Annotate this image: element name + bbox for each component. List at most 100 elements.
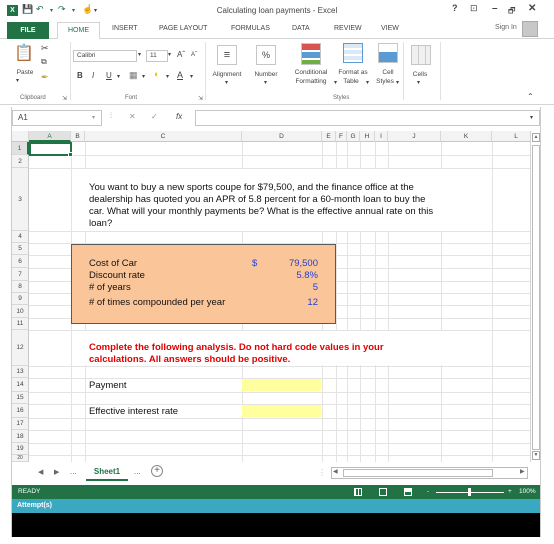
row-header-5[interactable]: 5 — [12, 243, 29, 255]
row-header-14[interactable]: 14 — [12, 378, 29, 392]
font-name-dropdown-icon[interactable]: ▾ — [138, 51, 141, 58]
alignment-dropdown-icon[interactable]: ▾ — [225, 79, 228, 86]
enter-icon[interactable]: ✓ — [151, 112, 158, 121]
font-color-dropdown-icon[interactable]: ▾ — [190, 73, 193, 80]
column-header-f[interactable]: F — [336, 131, 347, 142]
zoom-out-button[interactable]: - — [427, 485, 429, 499]
format-as-table-label-1[interactable]: Format as — [333, 69, 373, 76]
row-header-11[interactable]: 11 — [12, 318, 29, 330]
row-header-18[interactable]: 18 — [12, 430, 29, 443]
borders-icon[interactable]: ▦ — [129, 70, 138, 81]
select-all-corner[interactable] — [12, 131, 29, 142]
row-header-17[interactable]: 17 — [12, 418, 29, 430]
cell-styles-icon[interactable] — [378, 43, 398, 63]
zoom-level[interactable]: 100% — [519, 485, 536, 499]
input-value-compounding[interactable]: 12 — [270, 297, 318, 308]
row-header-7[interactable]: 7 — [12, 268, 29, 281]
input-label-rate[interactable]: Discount rate — [89, 270, 145, 282]
vertical-scrollbar[interactable]: ▲ ▼ — [530, 131, 540, 462]
expand-formula-bar-icon[interactable]: ▾ — [530, 114, 533, 121]
fill-handle[interactable] — [68, 152, 73, 157]
cut-icon[interactable]: ✂ — [41, 43, 49, 54]
scroll-right-icon[interactable]: ▶ — [520, 468, 525, 475]
input-value-years[interactable]: 5 — [270, 282, 318, 293]
cell-styles-label-2[interactable]: Styles — [372, 78, 398, 85]
borders-dropdown-icon[interactable]: ▾ — [142, 73, 145, 80]
conditional-formatting-label-1[interactable]: Conditional — [286, 69, 336, 76]
number-format-icon[interactable]: % — [256, 45, 276, 65]
input-label-cost[interactable]: Cost of Car — [89, 258, 137, 270]
paste-dropdown-icon[interactable]: ▾ — [16, 77, 19, 84]
active-cell-a1[interactable] — [29, 142, 72, 156]
scroll-left-icon[interactable]: ◀ — [333, 468, 338, 475]
row-header-9[interactable]: 9 — [12, 293, 29, 305]
avatar[interactable] — [522, 21, 538, 37]
cell-styles-label-1[interactable]: Cell — [374, 69, 402, 76]
tab-view[interactable]: VIEW — [381, 25, 399, 32]
formula-input[interactable] — [195, 110, 540, 126]
format-as-table-label-2[interactable]: Table — [333, 78, 369, 85]
row-header-19[interactable]: 19 — [12, 443, 29, 455]
vertical-scroll-thumb[interactable] — [532, 145, 540, 450]
next-sheet-icon[interactable]: ▶ — [54, 468, 59, 476]
column-header-e[interactable]: E — [322, 131, 336, 142]
row-header-8[interactable]: 8 — [12, 281, 29, 293]
alignment-button[interactable]: Alignment — [207, 71, 247, 78]
tab-review[interactable]: REVIEW — [334, 25, 362, 32]
fill-color-icon[interactable]: ◐ — [154, 69, 159, 79]
sheet-ellipsis-right[interactable]: ... — [134, 467, 141, 476]
horizontal-scroll-thumb[interactable] — [343, 469, 493, 477]
row-header-3[interactable]: 3 — [12, 168, 29, 231]
cells-button[interactable]: Cells — [405, 71, 435, 78]
row-header-15[interactable]: 15 — [12, 392, 29, 404]
number-dropdown-icon[interactable]: ▾ — [264, 79, 267, 86]
normal-view-icon[interactable] — [354, 488, 362, 496]
sheet-ellipsis-left[interactable]: ... — [70, 467, 77, 476]
copy-icon[interactable]: ⧉ — [41, 57, 47, 67]
row-header-2[interactable]: 2 — [12, 155, 29, 168]
cells-dropdown-icon[interactable]: ▾ — [417, 79, 420, 86]
worksheet-grid[interactable]: A B C D E F G H I J K L 1 2 3 4 5 6 7 8 … — [12, 131, 541, 462]
column-header-b[interactable]: B — [71, 131, 85, 142]
italic-button[interactable]: I — [92, 71, 94, 80]
help-button[interactable]: ? — [452, 3, 458, 13]
zoom-in-button[interactable]: + — [508, 485, 512, 499]
tab-data[interactable]: DATA — [292, 25, 310, 32]
fill-color-dropdown-icon[interactable]: ▾ — [166, 73, 169, 80]
new-sheet-button[interactable]: + — [151, 465, 163, 477]
font-launcher-icon[interactable]: ⇲ — [198, 95, 203, 102]
tab-home[interactable]: HOME — [57, 22, 100, 40]
tab-insert[interactable]: INSERT — [112, 25, 138, 32]
zoom-slider-thumb[interactable] — [468, 488, 471, 496]
row-header-10[interactable]: 10 — [12, 305, 29, 318]
collapse-ribbon-icon[interactable]: ⌃ — [527, 92, 534, 101]
payment-answer-cell[interactable] — [242, 379, 321, 391]
input-value-rate[interactable]: 5.8% — [270, 270, 318, 281]
column-header-a[interactable]: A — [29, 131, 71, 142]
scroll-down-icon[interactable]: ▼ — [532, 451, 540, 460]
row-header-1[interactable]: 1 — [12, 142, 29, 155]
effective-rate-label[interactable]: Effective interest rate — [89, 406, 178, 418]
ribbon-display-options-button[interactable]: ⊡ — [470, 3, 478, 14]
decrease-font-size-icon[interactable]: Aˇ — [191, 52, 197, 58]
font-color-icon[interactable]: A — [177, 70, 183, 80]
close-button[interactable]: ✕ — [528, 3, 536, 14]
restore-button[interactable]: 🗗 — [508, 5, 516, 19]
format-as-table-dropdown-icon[interactable]: ▾ — [366, 79, 369, 86]
sheet-tab-sheet1[interactable]: Sheet1 — [86, 465, 128, 481]
paste-icon[interactable]: 📋 — [14, 43, 34, 63]
name-box-dropdown-icon[interactable]: ▾ — [92, 114, 95, 121]
column-header-g[interactable]: G — [347, 131, 360, 142]
conditional-formatting-label-2[interactable]: Formatting — [286, 78, 336, 85]
column-header-j[interactable]: J — [388, 131, 441, 142]
tab-page-layout[interactable]: PAGE LAYOUT — [159, 25, 207, 32]
clipboard-launcher-icon[interactable]: ⇲ — [62, 95, 67, 102]
font-size-select[interactable]: 11 — [146, 50, 168, 62]
format-as-table-icon[interactable] — [343, 43, 363, 63]
page-layout-view-icon[interactable] — [379, 488, 387, 496]
scroll-up-icon[interactable]: ▲ — [532, 133, 540, 142]
paste-button[interactable]: Paste — [14, 69, 36, 76]
name-box[interactable]: A1 — [12, 110, 102, 126]
cell-styles-dropdown-icon[interactable]: ▾ — [396, 79, 399, 86]
format-painter-icon[interactable]: ✒ — [41, 72, 49, 83]
